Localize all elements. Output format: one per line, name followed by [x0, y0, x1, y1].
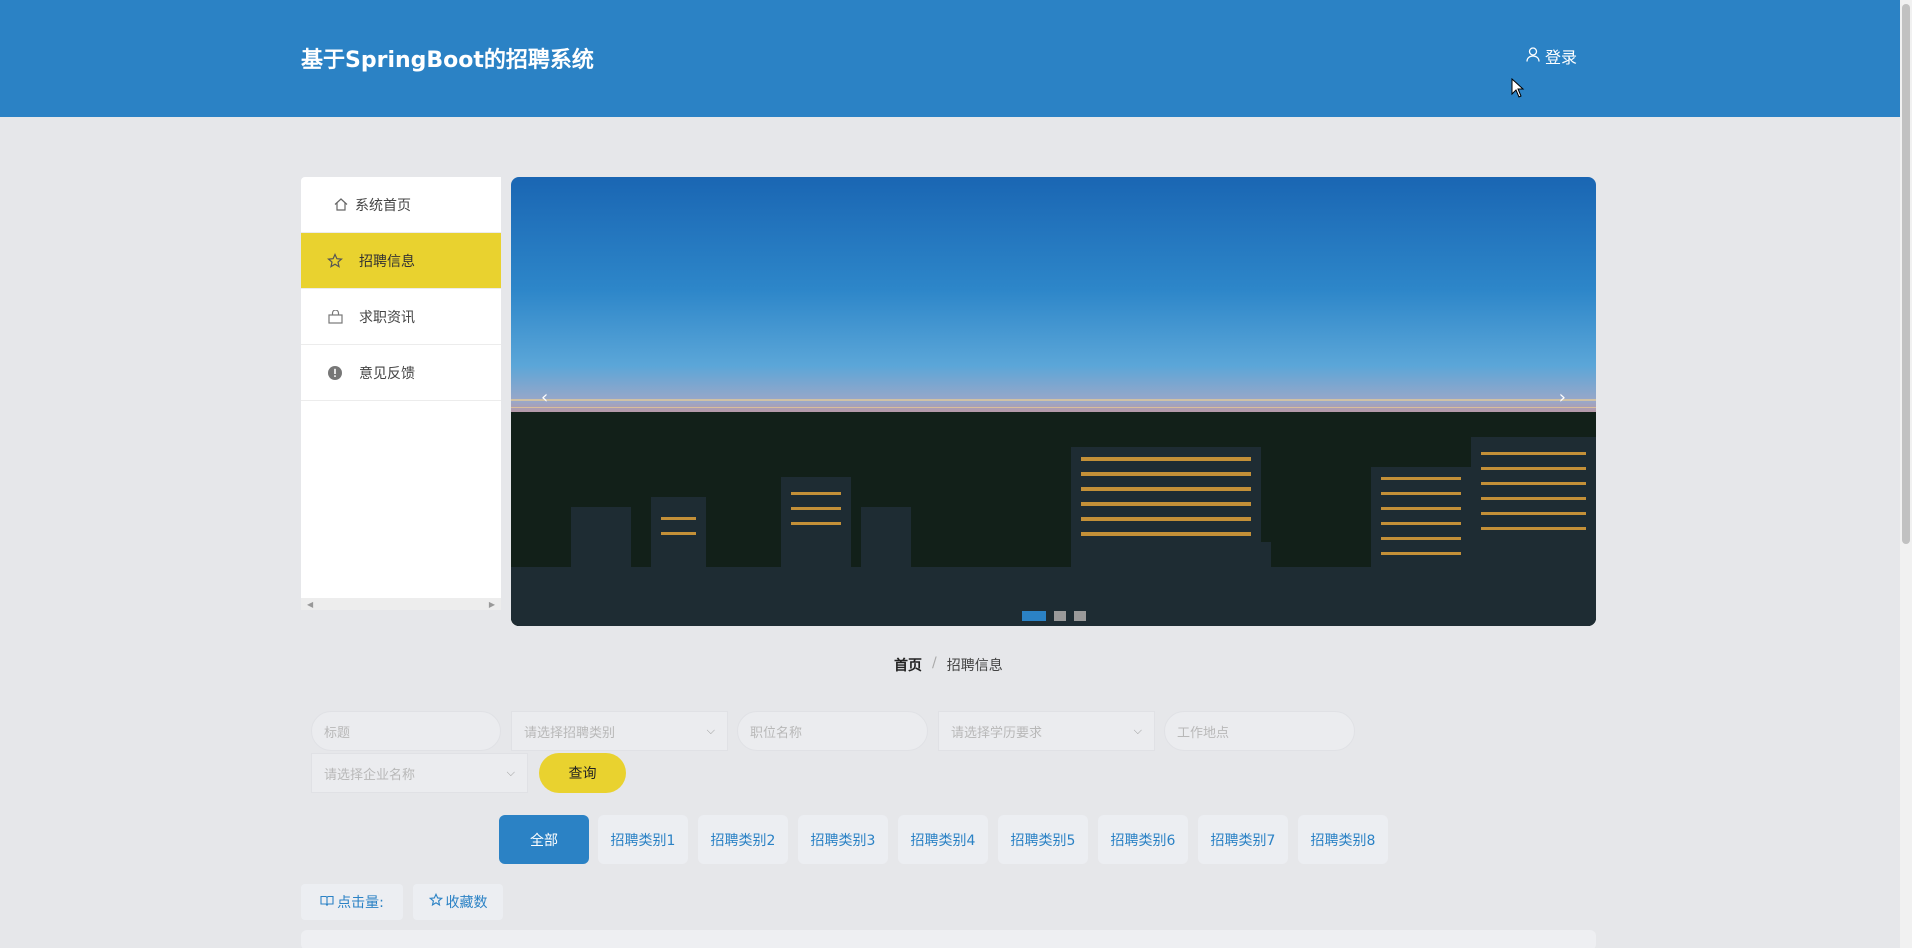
sidebar-item-label: 求职资讯 — [359, 309, 415, 326]
alert-icon — [325, 365, 345, 381]
user-icon — [1526, 46, 1540, 66]
tab-category-2[interactable]: 招聘类别2 — [698, 815, 788, 864]
page-scrollbar[interactable] — [1900, 0, 1912, 948]
sidebar-item-label: 招聘信息 — [359, 253, 415, 270]
banner-prev-icon[interactable]: ‹ — [541, 387, 548, 408]
site-title: 基于SpringBoot的招聘系统 — [301, 48, 594, 73]
results-list-container — [301, 930, 1596, 948]
mouse-cursor-icon — [1511, 78, 1525, 98]
category-placeholder: 请选择招聘类别 — [524, 725, 616, 741]
chevron-down-icon: ⌵ — [506, 766, 515, 779]
scrollbar-thumb[interactable] — [1902, 4, 1910, 544]
tab-category-7[interactable]: 招聘类别7 — [1198, 815, 1288, 864]
banner-next-icon[interactable]: › — [1559, 387, 1566, 408]
breadcrumb-home[interactable]: 首页 — [894, 655, 922, 675]
company-select[interactable]: 请选择企业名称 ⌵ — [311, 753, 528, 793]
banner-carousel[interactable]: ‹ › — [511, 177, 1596, 626]
scroll-right-icon[interactable]: ▶ — [489, 600, 495, 609]
title-placeholder: 标题 — [324, 725, 351, 741]
chevron-down-icon: ⌵ — [1133, 724, 1142, 737]
carousel-indicators — [1022, 611, 1086, 621]
carousel-dot[interactable] — [1054, 611, 1066, 621]
sort-clicks-label: 点击量: — [337, 895, 384, 911]
sort-by-clicks-button[interactable]: 点击量: — [301, 884, 403, 920]
carousel-dot[interactable] — [1022, 611, 1046, 621]
breadcrumb-separator: / — [932, 655, 937, 671]
sidebar-item-label: 意见反馈 — [359, 365, 415, 382]
title-input[interactable]: 标题 — [311, 711, 501, 751]
star-icon — [325, 252, 345, 269]
position-input[interactable]: 职位名称 — [737, 711, 928, 751]
sort-by-favorites-button[interactable]: 收藏数 — [413, 884, 503, 920]
login-label: 登录 — [1545, 48, 1578, 67]
sidebar-item-feedback[interactable]: 意见反馈 — [301, 345, 501, 401]
tab-category-1[interactable]: 招聘类别1 — [598, 815, 688, 864]
sidebar-item-label: 系统首页 — [355, 197, 411, 214]
sort-favorites-label: 收藏数 — [445, 895, 488, 911]
tab-category-5[interactable]: 招聘类别5 — [998, 815, 1088, 864]
city-skyline-image — [511, 399, 1596, 626]
sidebar-item-home[interactable]: 系统首页 — [301, 177, 501, 233]
query-button[interactable]: 查询 — [539, 753, 626, 793]
location-placeholder: 工作地点 — [1177, 725, 1230, 741]
star-icon — [428, 892, 443, 911]
education-placeholder: 请选择学历要求 — [951, 725, 1043, 741]
education-select[interactable]: 请选择学历要求 ⌵ — [938, 711, 1155, 751]
sidebar-item-recruitment[interactable]: 招聘信息 — [301, 233, 501, 289]
chevron-down-icon: ⌵ — [706, 724, 715, 737]
tab-category-6[interactable]: 招聘类别6 — [1098, 815, 1188, 864]
company-placeholder: 请选择企业名称 — [324, 767, 416, 783]
breadcrumb-current: 招聘信息 — [946, 658, 1003, 674]
breadcrumb: 首页 / 招聘信息 — [894, 655, 1003, 675]
home-icon — [331, 198, 351, 211]
sidebar-item-job-news[interactable]: 求职资讯 — [301, 289, 501, 345]
tab-category-3[interactable]: 招聘类别3 — [798, 815, 888, 864]
scroll-left-icon[interactable]: ◀ — [307, 600, 313, 609]
book-icon — [320, 894, 334, 910]
bag-icon — [325, 309, 345, 324]
tab-all[interactable]: 全部 — [499, 815, 589, 864]
category-select[interactable]: 请选择招聘类别 ⌵ — [511, 711, 728, 751]
sidebar-horizontal-scrollbar[interactable]: ◀ ▶ — [301, 598, 501, 610]
tab-category-8[interactable]: 招聘类别8 — [1298, 815, 1388, 864]
location-input[interactable]: 工作地点 — [1164, 711, 1355, 751]
sidebar-menu: 系统首页 招聘信息 求职资讯 意见反馈 ◀ ▶ — [301, 177, 501, 610]
top-header: 基于SpringBoot的招聘系统 登录 — [0, 0, 1900, 117]
login-link[interactable]: 登录 — [1526, 44, 1577, 68]
position-placeholder: 职位名称 — [750, 725, 803, 741]
tab-category-4[interactable]: 招聘类别4 — [898, 815, 988, 864]
carousel-dot[interactable] — [1074, 611, 1086, 621]
